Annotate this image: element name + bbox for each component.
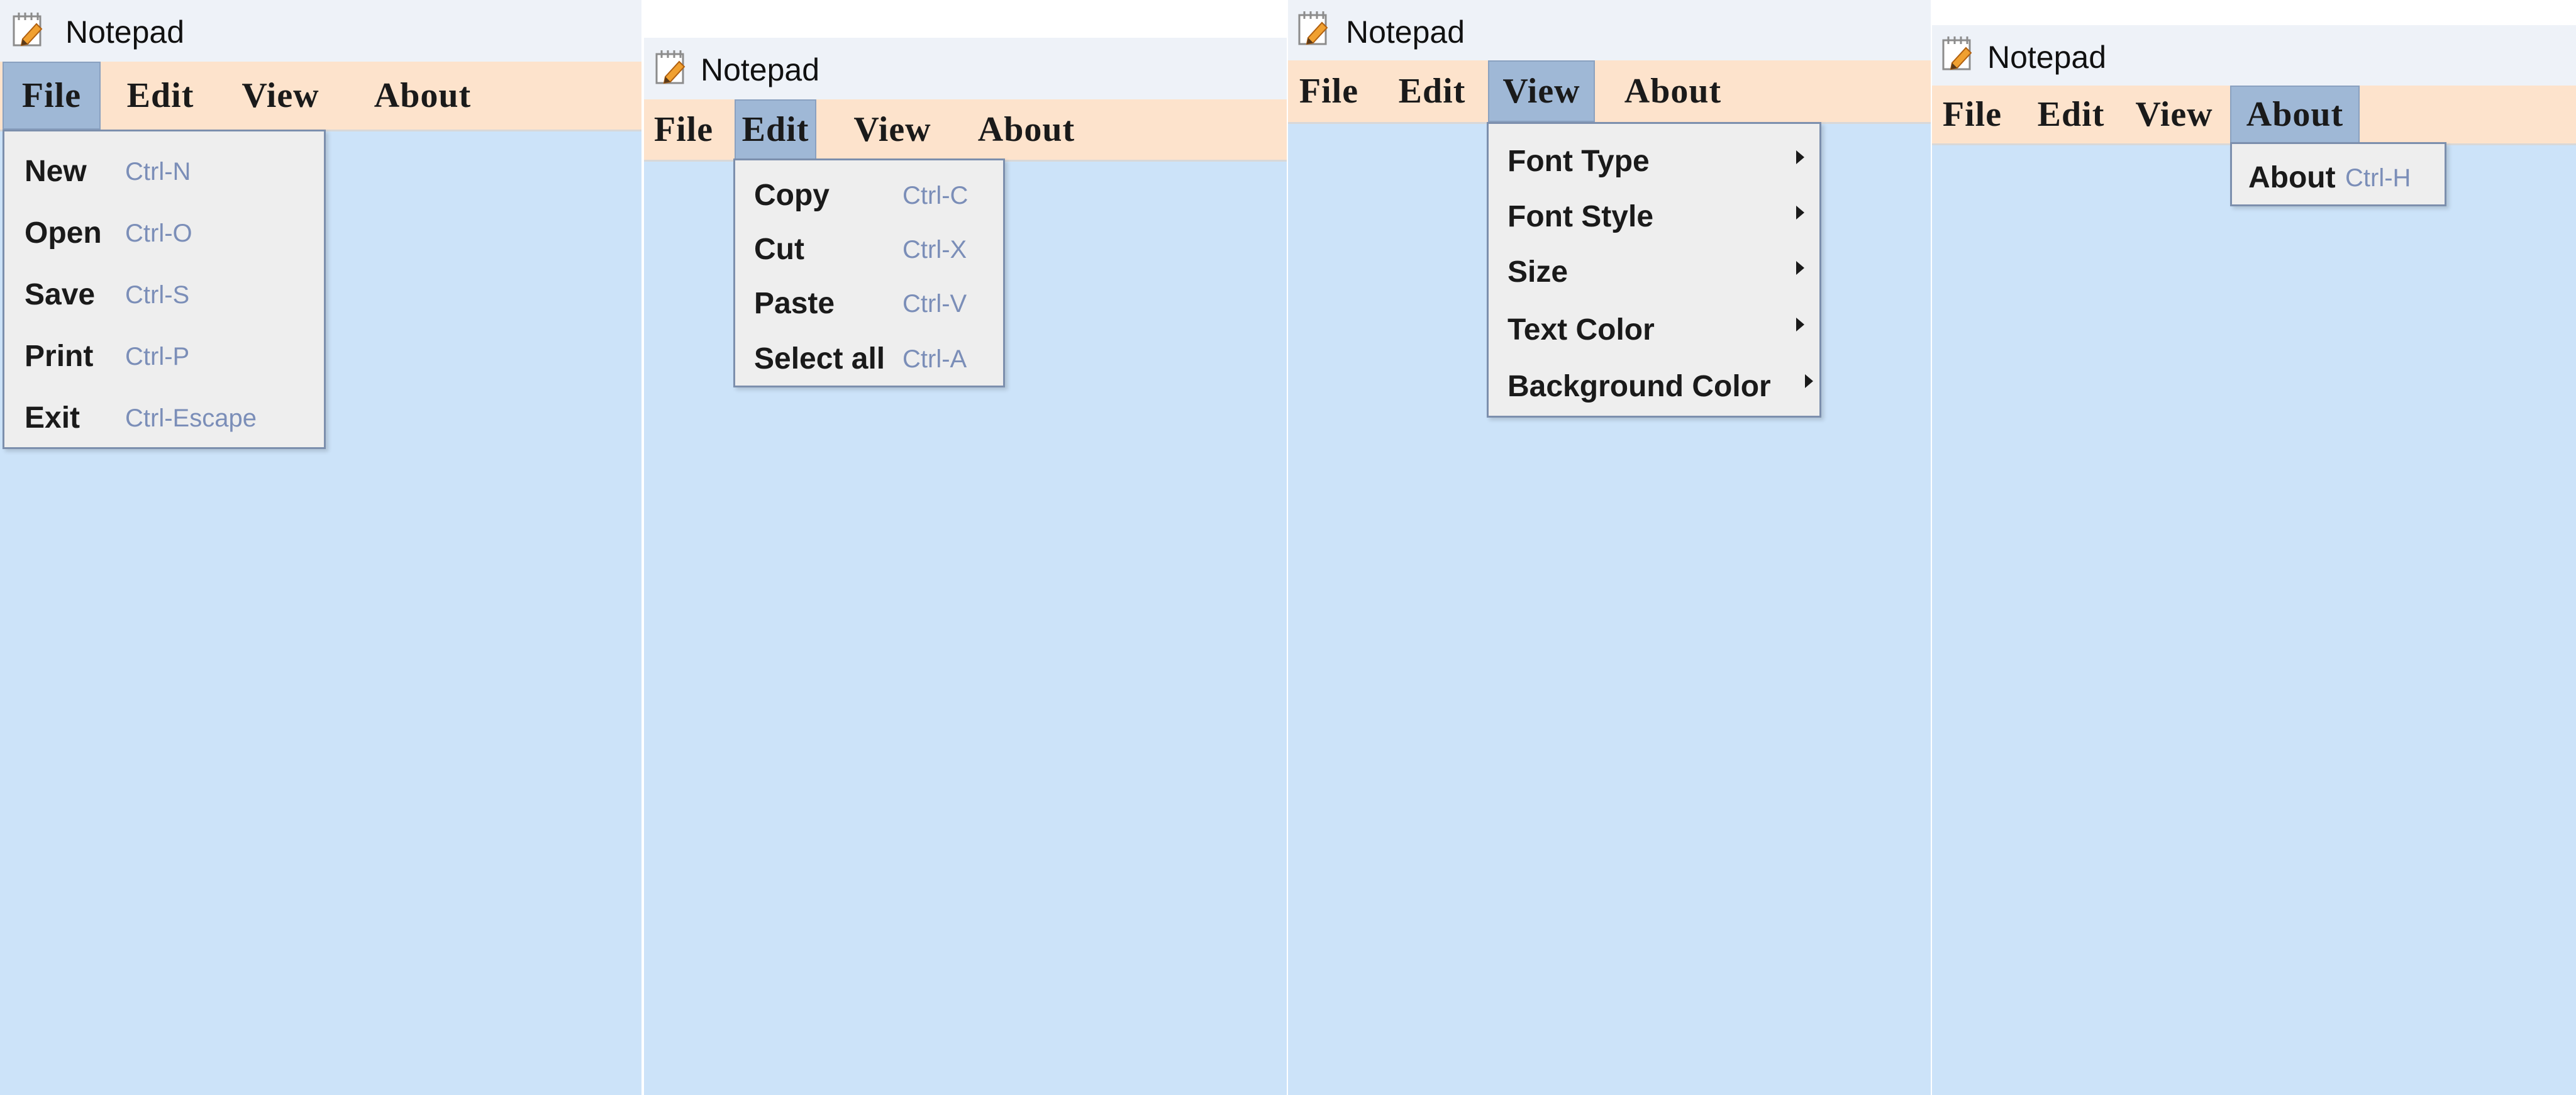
- option-shortcut: Ctrl-P: [125, 343, 190, 370]
- option-shortcut: Ctrl-V: [902, 290, 967, 318]
- menu-file[interactable]: File: [3, 62, 101, 130]
- notepad-window-edit-menu: Notepad File Edit View About Copy Ctrl-C…: [644, 0, 1287, 1095]
- title-bar: Notepad: [0, 0, 641, 62]
- option-shortcut: Ctrl-N: [125, 158, 191, 186]
- notepad-window-about-menu: Notepad File Edit View About About Ctrl-…: [1932, 0, 2576, 1095]
- menu-option-copy[interactable]: Copy Ctrl-C: [735, 167, 1003, 221]
- window-title: Notepad: [65, 14, 185, 50]
- menu-view[interactable]: View: [2127, 86, 2221, 143]
- window-title: Notepad: [701, 52, 820, 87]
- menu-option-paste[interactable]: Paste Ctrl-V: [735, 275, 1003, 329]
- notepad-window-view-menu: Notepad File Edit View About Font Type F…: [1288, 0, 1931, 1095]
- option-shortcut: Ctrl-A: [902, 345, 967, 373]
- menu-bar: File Edit View About: [644, 99, 1287, 162]
- option-label: Exit: [25, 401, 80, 435]
- menu-option-size[interactable]: Size: [1489, 243, 1819, 299]
- option-shortcut: Ctrl-H: [2345, 164, 2411, 192]
- submenu-arrow-icon: [1805, 374, 1813, 388]
- option-label: Background Color: [1507, 370, 1771, 403]
- submenu-arrow-icon: [1796, 150, 1804, 164]
- menu-edit[interactable]: Edit: [111, 62, 210, 130]
- option-label: Paste: [754, 287, 835, 320]
- panel-divider: [1287, 0, 1288, 1095]
- edit-dropdown: Copy Ctrl-C Cut Ctrl-X Paste Ctrl-V Sele…: [733, 158, 1005, 387]
- option-shortcut: Ctrl-S: [125, 281, 190, 309]
- menu-option-about[interactable]: About Ctrl-H: [2232, 147, 2445, 204]
- menu-file[interactable]: File: [1937, 86, 2007, 143]
- menu-about[interactable]: About: [2230, 86, 2360, 143]
- notepad-pencil-icon: [1941, 35, 1975, 72]
- menu-about[interactable]: About: [355, 62, 491, 130]
- window-title: Notepad: [1346, 14, 1465, 50]
- menu-bar: File Edit View About: [1932, 86, 2576, 145]
- option-label: Open: [25, 216, 102, 250]
- menu-view[interactable]: View: [225, 62, 336, 130]
- menu-option-new[interactable]: New Ctrl-N: [4, 143, 324, 201]
- title-bar: Notepad: [1932, 25, 2576, 86]
- notepad-pencil-icon: [654, 49, 688, 86]
- option-label: Size: [1507, 255, 1568, 289]
- menu-bar: File Edit View About: [1288, 60, 1931, 124]
- menu-option-select-all[interactable]: Select all Ctrl-A: [735, 329, 1003, 383]
- submenu-arrow-icon: [1796, 318, 1804, 331]
- option-label: Save: [25, 278, 96, 311]
- menu-option-print[interactable]: Print Ctrl-P: [4, 326, 324, 384]
- option-label: Copy: [754, 179, 830, 212]
- menu-edit[interactable]: Edit: [2031, 86, 2111, 143]
- menu-option-text-color[interactable]: Text Color: [1489, 300, 1819, 355]
- file-dropdown: New Ctrl-N Open Ctrl-O Save Ctrl-S Print…: [3, 130, 326, 449]
- panel-divider: [1931, 0, 1932, 1095]
- menu-option-open[interactable]: Open Ctrl-O: [4, 203, 324, 261]
- menu-option-background-color[interactable]: Background Color: [1489, 357, 1819, 412]
- notepad-pencil-icon: [1297, 10, 1331, 47]
- option-label: Print: [25, 340, 94, 373]
- option-label: Font Type: [1507, 145, 1650, 178]
- menu-file[interactable]: File: [647, 99, 721, 160]
- menu-option-font-type[interactable]: Font Type: [1489, 133, 1819, 188]
- option-label: New: [25, 155, 87, 188]
- option-shortcut: Ctrl-X: [902, 236, 967, 264]
- option-label: Text Color: [1507, 313, 1655, 347]
- menu-about[interactable]: About: [1605, 60, 1741, 122]
- notepad-window-file-menu: Notepad File Edit View About New Ctrl-N …: [0, 0, 641, 1095]
- option-shortcut: Ctrl-C: [902, 182, 969, 209]
- panel-divider: [641, 0, 644, 1095]
- text-area[interactable]: [1932, 145, 2576, 1095]
- submenu-arrow-icon: [1796, 206, 1804, 220]
- title-bar: Notepad: [644, 38, 1287, 99]
- option-label: Cut: [754, 233, 804, 266]
- option-shortcut: Ctrl-Escape: [125, 404, 257, 432]
- menu-file[interactable]: File: [1292, 60, 1366, 122]
- menu-view[interactable]: View: [845, 99, 940, 160]
- menu-option-cut[interactable]: Cut Ctrl-X: [735, 221, 1003, 275]
- option-shortcut: Ctrl-O: [125, 220, 192, 247]
- menu-view[interactable]: View: [1488, 60, 1595, 122]
- menu-edit[interactable]: Edit: [1391, 60, 1473, 122]
- submenu-arrow-icon: [1796, 261, 1804, 275]
- menu-option-save[interactable]: Save Ctrl-S: [4, 265, 324, 323]
- menu-option-font-style[interactable]: Font Style: [1489, 188, 1819, 243]
- menu-bar: File Edit View About: [0, 62, 641, 131]
- option-label: About: [2248, 161, 2336, 194]
- about-dropdown: About Ctrl-H: [2230, 142, 2446, 206]
- menu-edit[interactable]: Edit: [735, 99, 816, 160]
- menu-about[interactable]: About: [958, 99, 1094, 160]
- window-title: Notepad: [1987, 40, 2107, 75]
- option-label: Font Style: [1507, 200, 1654, 233]
- title-bar: Notepad: [1288, 0, 1931, 60]
- menu-option-exit[interactable]: Exit Ctrl-Escape: [4, 387, 324, 445]
- view-dropdown: Font Type Font Style Size Text Color Bac…: [1487, 122, 1821, 418]
- option-label: Select all: [754, 342, 886, 375]
- notepad-pencil-icon: [11, 11, 45, 48]
